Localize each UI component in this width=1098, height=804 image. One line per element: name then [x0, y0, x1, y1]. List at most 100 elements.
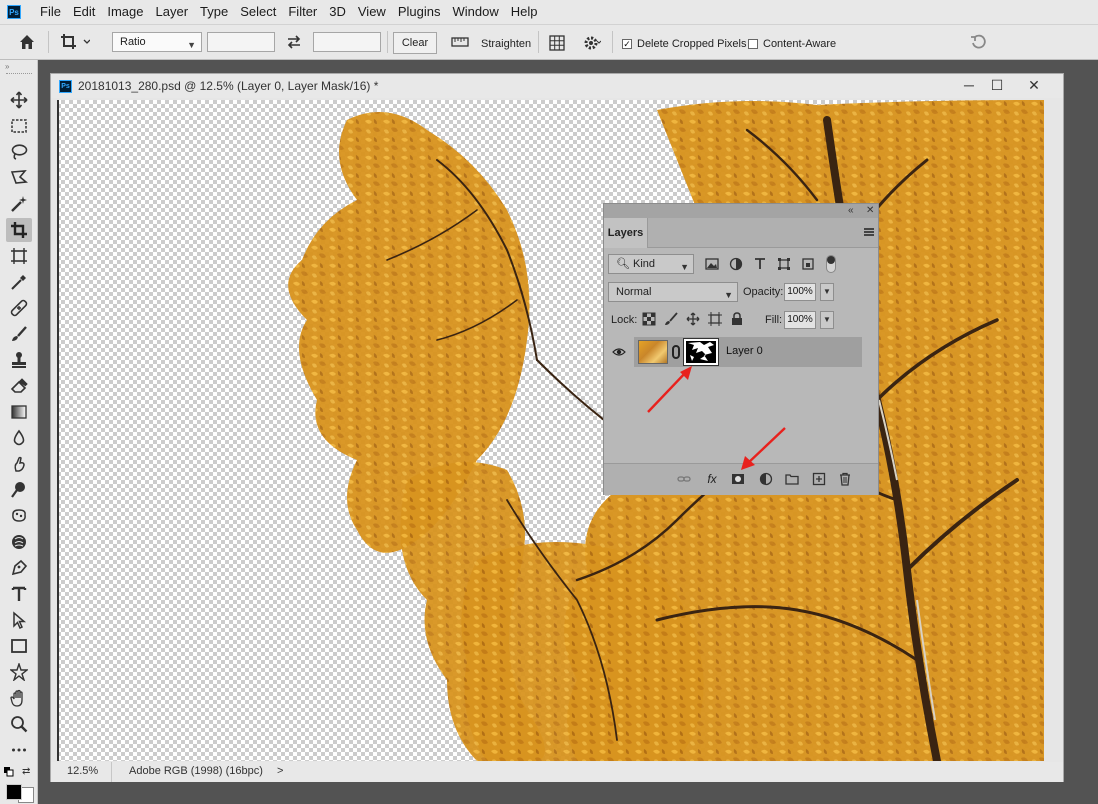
new-layer-icon[interactable] [810, 470, 828, 488]
lock-all-icon[interactable] [729, 311, 745, 327]
close-icon[interactable]: ✕ [1019, 74, 1049, 96]
layer-filter-value: Kind [633, 258, 656, 270]
canvas[interactable] [57, 100, 1044, 761]
eraser-tool-icon[interactable] [6, 374, 32, 398]
more-tools-icon[interactable] [6, 738, 32, 762]
menu-type[interactable]: Type [194, 0, 234, 24]
zoom-level[interactable]: 12.5% [67, 765, 98, 777]
eyedropper-tool-icon[interactable] [6, 270, 32, 294]
crop-height-input[interactable] [313, 32, 381, 52]
separator [111, 762, 112, 782]
link-mask-icon[interactable] [672, 345, 680, 359]
shape-layer-filter-icon[interactable] [776, 256, 792, 272]
minimize-icon[interactable]: ─ [954, 74, 984, 96]
adjustment-layer-filter-icon[interactable] [728, 256, 744, 272]
marquee-tool-icon[interactable] [6, 114, 32, 138]
lock-position-icon[interactable] [685, 311, 701, 327]
menu-filter[interactable]: Filter [282, 0, 323, 24]
tools-panel: » ⇄ [0, 60, 38, 804]
filter-toggle[interactable] [826, 255, 836, 273]
brush-tool-icon[interactable] [6, 322, 32, 346]
overlay-grid-icon[interactable] [549, 35, 565, 54]
hand-tool-icon[interactable] [6, 686, 32, 710]
healing-brush-tool-icon[interactable] [6, 296, 32, 320]
layer-filter-select[interactable]: 🔍︎ Kind ▼ [608, 254, 694, 274]
reset-icon[interactable] [970, 34, 988, 53]
menu-window[interactable]: Window [446, 0, 504, 24]
collapse-panel-icon[interactable]: « [848, 204, 854, 218]
panel-menu-icon[interactable] [864, 228, 874, 236]
status-arrow-icon[interactable]: > [277, 765, 283, 777]
menu-image[interactable]: Image [101, 0, 149, 24]
gear-icon[interactable] [583, 34, 602, 55]
lock-artboard-icon[interactable] [707, 311, 723, 327]
pixel-layer-filter-icon[interactable] [704, 256, 720, 272]
crop-ratio-select[interactable]: Ratio ▼ [112, 32, 202, 52]
straighten-icon[interactable] [451, 35, 469, 52]
delete-layer-icon[interactable] [836, 470, 854, 488]
pen-tool-icon[interactable] [6, 556, 32, 580]
content-aware-checkbox[interactable] [748, 39, 758, 49]
blur-tool-icon[interactable] [6, 426, 32, 450]
fill-input[interactable]: 100% [784, 311, 816, 329]
photoshop-logo[interactable]: Ps [7, 5, 21, 19]
crop-preset-icon[interactable] [60, 33, 91, 54]
burn-tool-icon[interactable] [6, 530, 32, 554]
lasso-tool-icon[interactable] [6, 140, 32, 164]
panel-top-strip: « ✕ [604, 204, 878, 218]
rectangle-tool-icon[interactable] [6, 634, 32, 658]
menu-view[interactable]: View [352, 0, 392, 24]
swap-dimensions-icon[interactable] [286, 34, 302, 53]
document-tab[interactable]: Ps 20181013_280.psd @ 12.5% (Layer 0, La… [51, 74, 1063, 98]
menu-edit[interactable]: Edit [67, 0, 101, 24]
straighten-label[interactable]: Straighten [481, 37, 531, 51]
polygonal-lasso-tool-icon[interactable] [6, 166, 32, 190]
content-aware-label[interactable]: Content-Aware [763, 37, 836, 51]
smart-object-filter-icon[interactable] [800, 256, 816, 272]
opacity-input[interactable]: 100% [784, 283, 816, 301]
default-colors-icon[interactable] [4, 766, 14, 777]
clear-button[interactable]: Clear [393, 32, 437, 54]
chevron-down-icon: ▼ [724, 290, 733, 300]
lock-transparent-pixels-icon[interactable] [641, 311, 657, 327]
menu-plugins[interactable]: Plugins [392, 0, 447, 24]
menu-help[interactable]: Help [505, 0, 544, 24]
menu-layer[interactable]: Layer [150, 0, 195, 24]
menu-select[interactable]: Select [234, 0, 282, 24]
tab-layers[interactable]: Layers [604, 218, 648, 248]
link-layers-icon[interactable] [675, 470, 693, 488]
zoom-tool-icon[interactable] [6, 712, 32, 736]
eye-icon[interactable] [612, 346, 626, 358]
crop-tool-icon[interactable] [6, 218, 32, 242]
collapse-toolbar-icon[interactable]: » [5, 62, 9, 71]
move-tool-icon[interactable] [6, 88, 32, 112]
smudge-tool-icon[interactable] [6, 452, 32, 476]
type-tool-icon[interactable] [6, 582, 32, 606]
opacity-dropdown-icon[interactable]: ▼ [820, 283, 834, 301]
gradient-tool-icon[interactable] [6, 400, 32, 424]
fill-dropdown-icon[interactable]: ▼ [820, 311, 834, 329]
type-layer-filter-icon[interactable] [752, 256, 768, 272]
magic-wand-tool-icon[interactable] [6, 192, 32, 216]
delete-cropped-checkbox[interactable] [622, 39, 632, 49]
home-icon[interactable] [18, 33, 36, 54]
lock-image-pixels-icon[interactable] [663, 311, 679, 327]
close-panel-icon[interactable]: ✕ [866, 204, 874, 218]
menu-3d[interactable]: 3D [323, 0, 352, 24]
delete-cropped-label[interactable]: Delete Cropped Pixels [637, 37, 746, 51]
path-selection-tool-icon[interactable] [6, 608, 32, 632]
maximize-icon[interactable]: ☐ [982, 74, 1012, 96]
menu-file[interactable]: File [34, 0, 67, 24]
sponge-tool-icon[interactable] [6, 504, 32, 528]
layer-style-fx-icon[interactable]: fx [703, 470, 721, 488]
custom-shape-tool-icon[interactable] [6, 660, 32, 684]
blend-mode-select[interactable]: Normal ▼ [608, 282, 738, 302]
frame-tool-icon[interactable] [6, 244, 32, 268]
dodge-tool-icon[interactable] [6, 478, 32, 502]
clone-stamp-tool-icon[interactable] [6, 348, 32, 372]
foreground-color-swatch[interactable] [6, 784, 22, 800]
crop-width-input[interactable] [207, 32, 275, 52]
toolbar-grip[interactable] [6, 73, 32, 76]
layer-name[interactable]: Layer 0 [726, 345, 763, 357]
swap-colors-icon[interactable]: ⇄ [22, 766, 30, 777]
